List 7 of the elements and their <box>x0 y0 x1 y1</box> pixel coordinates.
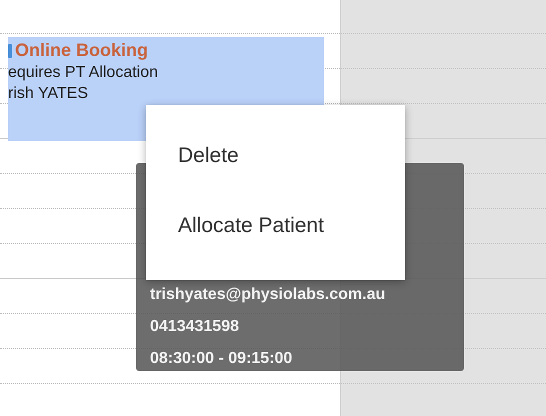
menu-item[interactable]: Allocate Patient <box>146 207 405 245</box>
tooltip-text: 08:30:00 - 09:15:00 <box>150 349 294 369</box>
appointment-detail: rish YATES <box>8 85 90 103</box>
tooltip-text: trishyates@physiolabs.com.au <box>150 285 386 305</box>
tooltip-text: 0413431598 <box>150 317 240 337</box>
appointment-detail: equires PT Allocation <box>8 64 160 82</box>
appointment-title: Online Booking <box>15 40 148 61</box>
